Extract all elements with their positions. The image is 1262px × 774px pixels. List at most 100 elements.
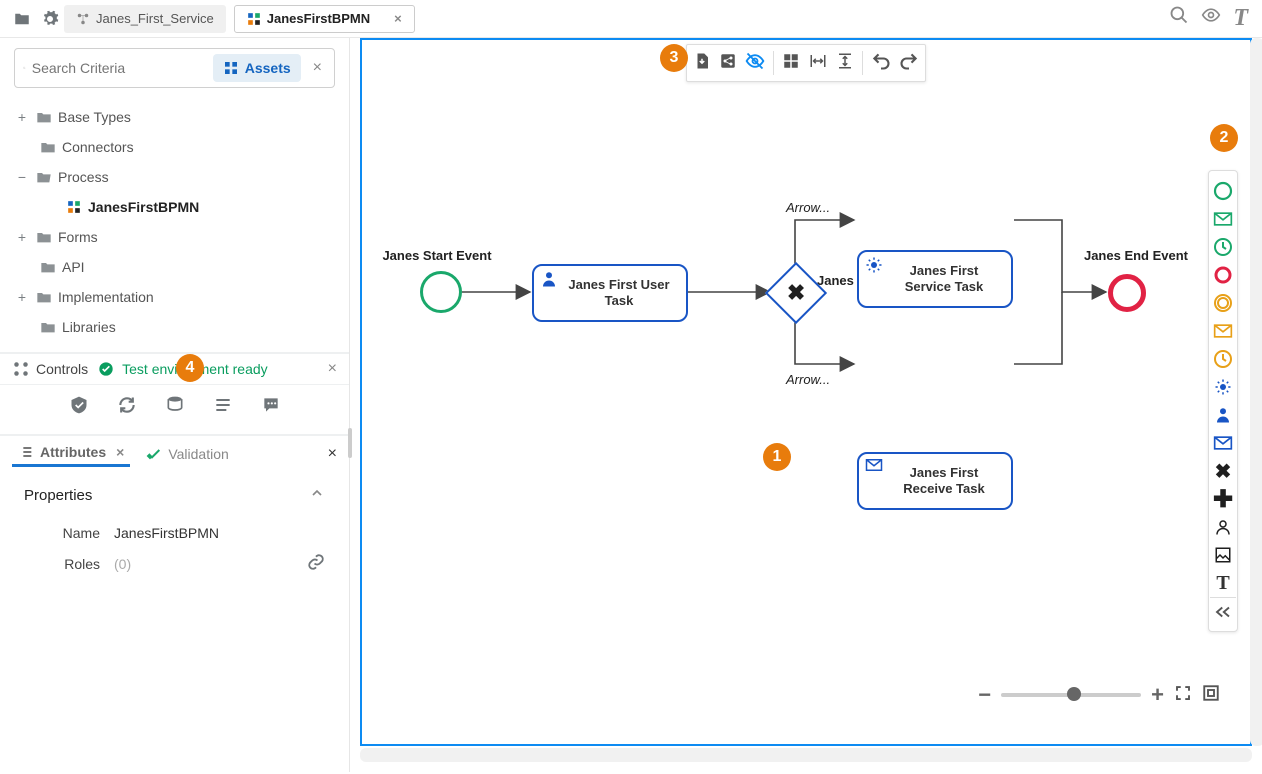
palette-image-icon[interactable] (1210, 541, 1236, 569)
palette-parallel-gateway-icon[interactable]: ✚ (1210, 485, 1236, 513)
list-icon (18, 444, 34, 460)
close-icon[interactable]: × (328, 360, 337, 378)
tree-base-types[interactable]: +Base Types (14, 102, 335, 132)
zoom-in-icon[interactable]: + (1151, 682, 1164, 708)
connectors (362, 40, 1250, 744)
close-icon[interactable]: × (309, 59, 326, 77)
eye-icon[interactable] (1201, 5, 1221, 32)
plus-icon: + (14, 289, 30, 305)
close-icon[interactable]: × (328, 445, 337, 463)
tree-api[interactable]: API (14, 252, 335, 282)
search-icon (23, 60, 26, 76)
gear-icon (865, 256, 883, 274)
message-icon[interactable] (261, 395, 281, 420)
palette-exclusive-gateway-icon[interactable]: ✖ (1210, 457, 1236, 485)
left-panel: Assets × +Base Types Connectors −Process… (0, 38, 350, 772)
zoom-slider[interactable] (1001, 693, 1141, 697)
diagram-canvas[interactable]: Janes Start Event Janes First User Task … (360, 38, 1252, 746)
palette-message-intermediate-icon[interactable] (1210, 317, 1236, 345)
close-icon[interactable]: × (394, 11, 402, 26)
bpmn-icon (66, 200, 82, 214)
tree-implementation[interactable]: +Implementation (14, 282, 335, 312)
link-icon[interactable] (307, 553, 325, 574)
palette-end-event-icon[interactable] (1210, 261, 1236, 289)
gear-icon[interactable] (36, 5, 64, 33)
search-icon[interactable] (1169, 5, 1189, 32)
fit-icon[interactable] (1202, 684, 1220, 707)
check-icon (146, 446, 162, 462)
tab-validation[interactable]: Validation (140, 442, 234, 466)
assets-button[interactable]: Assets (213, 54, 301, 82)
attributes-tabs: Attributes × Validation × (0, 434, 349, 471)
zoom-out-icon[interactable]: − (978, 682, 991, 708)
palette-intermediate-event-icon[interactable] (1210, 289, 1236, 317)
arrow-bottom-label: Arrow... (786, 372, 830, 387)
close-icon[interactable]: × (116, 444, 124, 460)
search-input[interactable] (32, 60, 213, 76)
canvas-area: Janes Start Event Janes First User Task … (350, 38, 1262, 772)
envelope-icon (865, 458, 883, 476)
tree-connectors[interactable]: Connectors (14, 132, 335, 162)
service-task[interactable]: Janes First Service Task (857, 250, 1013, 308)
top-bar: Janes_First_Service JanesFirstBPMN × T (0, 0, 1262, 38)
asset-tree: +Base Types Connectors −Process JanesFir… (0, 98, 349, 352)
plus-icon: + (14, 229, 30, 245)
check-circle-icon (98, 361, 114, 377)
property-roles: Roles (0) (24, 547, 325, 580)
refresh-icon[interactable] (117, 395, 137, 420)
folder-icon (40, 260, 56, 274)
scrollbar-vertical[interactable] (1250, 38, 1262, 746)
chevron-up-icon[interactable] (309, 485, 325, 505)
folder-icon[interactable] (8, 5, 36, 33)
database-icon[interactable] (165, 395, 185, 420)
zoom-controls: − + (978, 682, 1220, 708)
palette-timer-start-icon[interactable] (1210, 233, 1236, 261)
text-icon[interactable]: T (1233, 5, 1248, 32)
tree-process[interactable]: −Process (14, 162, 335, 192)
tab-attributes[interactable]: Attributes × (12, 440, 130, 467)
arrow-top-label: Arrow... (786, 200, 830, 215)
callout-3: 3 (660, 44, 688, 72)
palette-message-start-icon[interactable] (1210, 205, 1236, 233)
minus-icon: − (14, 169, 30, 185)
receive-task[interactable]: Janes First Receive Task (857, 452, 1013, 510)
palette-timer-intermediate-icon[interactable] (1210, 345, 1236, 373)
slider-thumb[interactable] (1067, 687, 1081, 701)
start-event[interactable] (420, 271, 462, 313)
assets-icon (223, 60, 239, 76)
palette-service-task-icon[interactable] (1210, 373, 1236, 401)
property-name: Name JanesFirstBPMN (24, 519, 325, 547)
end-event[interactable] (1108, 274, 1146, 312)
user-task[interactable]: Janes First User Task (532, 264, 688, 322)
tab-janes-first-service[interactable]: Janes_First_Service (64, 5, 226, 33)
folder-open-icon (36, 170, 52, 184)
callout-4: 4 (176, 354, 204, 382)
tab-janes-first-bpmn[interactable]: JanesFirstBPMN × (234, 5, 415, 33)
controls-panel-header: Controls Test environment ready × (0, 352, 349, 385)
tab-label: Janes_First_Service (96, 11, 214, 26)
palette-collapse-icon[interactable] (1210, 597, 1236, 625)
callout-2: 2 (1210, 124, 1238, 152)
user-icon (540, 270, 558, 288)
scrollbar-horizontal[interactable] (360, 748, 1252, 762)
tree-forms[interactable]: +Forms (14, 222, 335, 252)
palette-user-icon[interactable] (1210, 513, 1236, 541)
palette-user-task-icon[interactable] (1210, 401, 1236, 429)
fullscreen-icon[interactable] (1174, 684, 1192, 707)
tree-libraries[interactable]: Libraries (14, 312, 335, 342)
folder-icon (36, 230, 52, 244)
palette-receive-task-icon[interactable] (1210, 429, 1236, 457)
palette-start-event-icon[interactable] (1210, 177, 1236, 205)
search-box: Assets × (14, 48, 335, 88)
controls-icon (12, 360, 30, 378)
folder-icon (36, 290, 52, 304)
list-icon[interactable] (213, 395, 233, 420)
controls-icons-row (0, 385, 349, 434)
tab-label: JanesFirstBPMN (267, 11, 370, 26)
folder-icon (40, 320, 56, 334)
controls-title: Controls (36, 361, 88, 377)
end-event-label: Janes End Event (1076, 248, 1196, 263)
tree-janes-bpmn[interactable]: JanesFirstBPMN (14, 192, 335, 222)
palette-text-icon[interactable]: T (1210, 569, 1236, 597)
shield-check-icon[interactable] (69, 395, 89, 420)
